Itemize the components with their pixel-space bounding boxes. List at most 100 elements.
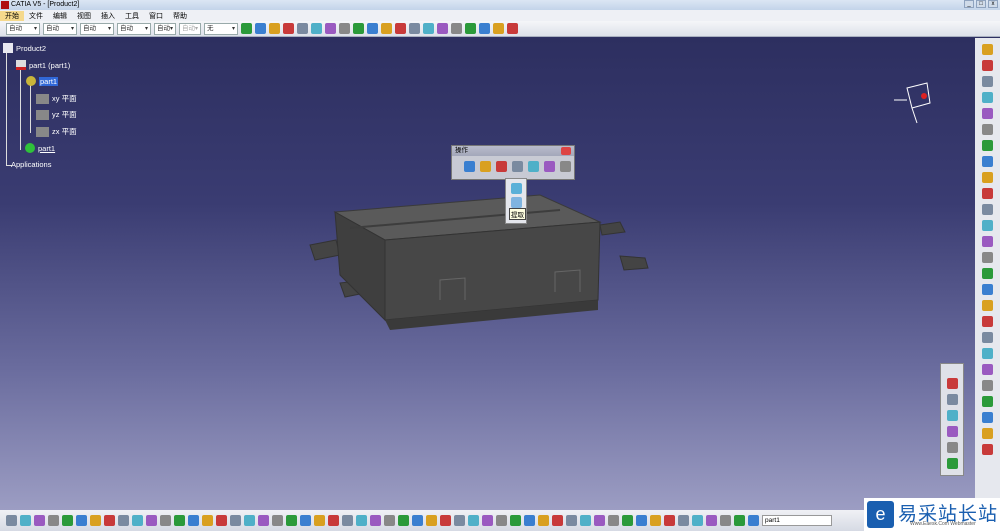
tool-icon[interactable] (982, 172, 993, 183)
tool-icon[interactable] (367, 23, 378, 34)
tool-icon[interactable] (664, 515, 675, 526)
tool-icon[interactable] (258, 515, 269, 526)
color-dropdown[interactable]: 自动 (6, 22, 40, 35)
tool-icon[interactable] (982, 204, 993, 215)
tool-icon[interactable] (982, 332, 993, 343)
tool-icon[interactable] (720, 515, 731, 526)
tool-icon[interactable] (426, 515, 437, 526)
tool-icon[interactable] (174, 515, 185, 526)
tool-icon[interactable] (946, 394, 958, 405)
tool-icon[interactable] (982, 156, 993, 167)
tool-icon[interactable] (104, 515, 115, 526)
close-icon[interactable] (561, 147, 571, 155)
tool-icon[interactable] (356, 515, 367, 526)
tool-icon[interactable] (283, 23, 294, 34)
tool-icon[interactable] (982, 412, 993, 423)
tool-icon[interactable] (454, 515, 465, 526)
tool-icon[interactable] (76, 515, 87, 526)
boundary-icon[interactable] (510, 183, 522, 194)
tree-node-zx-plane[interactable]: zx 平面 (36, 126, 77, 137)
line-type-dropdown[interactable]: 自动 (117, 22, 151, 35)
tool-icon[interactable] (982, 300, 993, 311)
tool-icon[interactable] (496, 161, 507, 172)
tool-icon[interactable] (482, 515, 493, 526)
tool-icon[interactable] (982, 140, 993, 151)
tool-icon[interactable] (946, 378, 958, 389)
tool-icon[interactable] (982, 124, 993, 135)
tool-icon[interactable] (146, 515, 157, 526)
close-button[interactable]: x (988, 0, 998, 8)
tool-icon[interactable] (560, 161, 571, 172)
tool-icon[interactable] (544, 161, 555, 172)
tool-icon[interactable] (982, 380, 993, 391)
tool-icon[interactable] (160, 515, 171, 526)
tool-icon[interactable] (982, 92, 993, 103)
transparency-dropdown[interactable]: 自动 (43, 22, 77, 35)
tool-icon[interactable] (528, 161, 539, 172)
tool-icon[interactable] (381, 23, 392, 34)
tool-icon[interactable] (982, 428, 993, 439)
tool-icon[interactable] (734, 515, 745, 526)
tree-node-part1[interactable]: part1 (26, 76, 59, 86)
tree-node-applications[interactable]: Applications (11, 160, 51, 169)
tool-icon[interactable] (496, 515, 507, 526)
compass-icon[interactable] (892, 78, 942, 128)
tool-icon[interactable] (412, 515, 423, 526)
tool-icon[interactable] (982, 60, 993, 71)
tree-node-part-body[interactable]: part1 (25, 143, 55, 153)
command-input[interactable]: part1 (762, 515, 832, 526)
tool-icon[interactable] (982, 284, 993, 295)
tool-icon[interactable] (465, 23, 476, 34)
tool-icon[interactable] (512, 161, 523, 172)
tool-icon[interactable] (468, 515, 479, 526)
tool-icon[interactable] (946, 442, 958, 453)
menu-file[interactable]: 文件 (24, 11, 48, 21)
tool-icon[interactable] (493, 23, 504, 34)
tool-icon[interactable] (269, 23, 280, 34)
tool-icon[interactable] (982, 108, 993, 119)
tool-icon[interactable] (328, 515, 339, 526)
render-style-dropdown[interactable]: 无 (204, 22, 238, 35)
tool-icon[interactable] (946, 426, 958, 437)
tool-icon[interactable] (982, 76, 993, 87)
tool-icon[interactable] (216, 515, 227, 526)
menu-tools[interactable]: 工具 (120, 11, 144, 21)
tool-icon[interactable] (580, 515, 591, 526)
tree-node-xy-plane[interactable]: xy 平面 (36, 93, 77, 104)
tool-icon[interactable] (230, 515, 241, 526)
tool-icon[interactable] (272, 515, 283, 526)
tool-icon[interactable] (566, 515, 577, 526)
tool-icon[interactable] (370, 515, 381, 526)
tool-icon[interactable] (314, 515, 325, 526)
tool-icon[interactable] (982, 444, 993, 455)
menu-window[interactable]: 窗口 (144, 11, 168, 21)
tool-icon[interactable] (241, 23, 252, 34)
tool-icon[interactable] (982, 268, 993, 279)
3d-viewport[interactable] (0, 38, 975, 510)
tool-icon[interactable] (311, 23, 322, 34)
tool-icon[interactable] (132, 515, 143, 526)
tool-icon[interactable] (255, 23, 266, 34)
tool-icon[interactable] (982, 316, 993, 327)
tool-icon[interactable] (34, 515, 45, 526)
tool-icon[interactable] (20, 515, 31, 526)
tool-icon[interactable] (451, 23, 462, 34)
tool-icon[interactable] (286, 515, 297, 526)
tree-node-part1-instance[interactable]: part1 (part1) (16, 60, 70, 70)
tree-node-product2[interactable]: Product2 (3, 43, 46, 53)
tool-icon[interactable] (507, 23, 518, 34)
tool-icon[interactable] (608, 515, 619, 526)
tool-icon[interactable] (538, 515, 549, 526)
tool-icon[interactable] (300, 515, 311, 526)
tool-icon[interactable] (479, 23, 490, 34)
tool-icon[interactable] (440, 515, 451, 526)
tool-icon[interactable] (982, 236, 993, 247)
tool-icon[interactable] (464, 161, 475, 172)
tool-icon[interactable] (384, 515, 395, 526)
extract-icon[interactable] (510, 197, 522, 208)
maximize-button[interactable]: □ (976, 0, 986, 8)
tool-icon[interactable] (982, 396, 993, 407)
tool-icon[interactable] (423, 23, 434, 34)
tool-icon[interactable] (297, 23, 308, 34)
menu-insert[interactable]: 插入 (96, 11, 120, 21)
